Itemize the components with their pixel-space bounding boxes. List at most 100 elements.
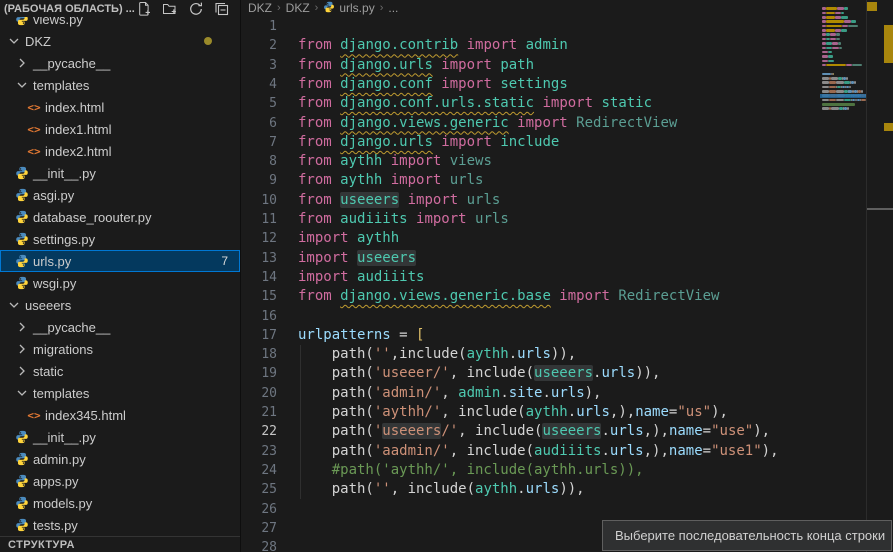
- minimap-token: [851, 20, 856, 23]
- tree-item-tests.py[interactable]: tests.py: [0, 514, 240, 536]
- tree-item-asgi.py[interactable]: asgi.py: [0, 184, 240, 206]
- code-line-23[interactable]: 23 path('aadmin/', include(audiiits.urls…: [241, 442, 893, 461]
- tree-item-templates[interactable]: templates: [0, 74, 240, 96]
- tree-item-index.html[interactable]: <>index.html: [0, 96, 240, 118]
- line-content: import aythh: [277, 229, 399, 248]
- code-line-24[interactable]: 24 #path('aythh/', include(aythh.urls)),: [241, 461, 893, 480]
- new-folder-icon[interactable]: [162, 1, 178, 17]
- line-number: 24: [241, 461, 277, 480]
- chevron-down-icon: [14, 385, 30, 401]
- code-line-11[interactable]: 11from audiiits import urls: [241, 210, 893, 229]
- tree-item-__init__.py[interactable]: __init__.py: [0, 426, 240, 448]
- collapse-all-icon[interactable]: [214, 1, 230, 17]
- line-number: 26: [241, 500, 277, 519]
- breadcrumb-separator-icon: ›: [315, 2, 319, 14]
- tree-item-apps.py[interactable]: apps.py: [0, 470, 240, 492]
- tree-item-__pycache__[interactable]: __pycache__: [0, 52, 240, 74]
- breadcrumb-item[interactable]: DKZ: [286, 1, 310, 15]
- minimap-token: [836, 99, 844, 102]
- breadcrumb-item[interactable]: DKZ: [248, 1, 272, 15]
- tree-item-index345.html[interactable]: <>index345.html: [0, 404, 240, 426]
- tree-item-admin.py[interactable]: admin.py: [0, 448, 240, 470]
- tree-item-label: models.py: [33, 496, 92, 511]
- workspace-title: (РАБОЧАЯ ОБЛАСТЬ) ...: [4, 3, 135, 15]
- tree-item-database_roouter.py[interactable]: database_roouter.py: [0, 206, 240, 228]
- code-line-7[interactable]: 7from django.urls import include: [241, 133, 893, 152]
- code-line-3[interactable]: 3from django.urls import path: [241, 56, 893, 75]
- minimap[interactable]: [820, 2, 866, 136]
- minimap-token: [861, 90, 863, 93]
- line-number: 11: [241, 210, 277, 229]
- code-line-4[interactable]: 4from django.conf import settings: [241, 75, 893, 94]
- code-line-18[interactable]: 18 path('',include(aythh.urls)),: [241, 345, 893, 364]
- tree-item-useeers[interactable]: useeers: [0, 294, 240, 316]
- code-line-25[interactable]: 25 path('', include(aythh.urls)),: [241, 480, 893, 499]
- line-content: path('aythh/', include(aythh.urls,),name…: [277, 403, 728, 422]
- tree-item-label: __init__.py: [33, 166, 96, 181]
- outline-section-header[interactable]: СТРУКТУРА: [0, 536, 240, 552]
- tree-item-wsgi.py[interactable]: wsgi.py: [0, 272, 240, 294]
- line-content: import useeers: [277, 249, 416, 268]
- line-number: 20: [241, 384, 277, 403]
- code-line-10[interactable]: 10from useeers import urls: [241, 191, 893, 210]
- minimap-token: [844, 20, 850, 23]
- tree-item-urls.py[interactable]: urls.py7: [0, 250, 240, 272]
- code-line-12[interactable]: 12import aythh: [241, 229, 893, 248]
- code-line-17[interactable]: 17urlpatterns = [: [241, 326, 893, 345]
- code-line-8[interactable]: 8from aythh import views: [241, 152, 893, 171]
- code-line-6[interactable]: 6from django.views.generic import Redire…: [241, 114, 893, 133]
- tree-item-index1.html[interactable]: <>index1.html: [0, 118, 240, 140]
- code-line-15[interactable]: 15from django.views.generic.base import …: [241, 287, 893, 306]
- breadcrumb-item[interactable]: urls.py: [323, 1, 374, 16]
- code-line-5[interactable]: 5from django.conf.urls.static import sta…: [241, 94, 893, 113]
- overview-ruler[interactable]: [867, 0, 893, 552]
- code-line-20[interactable]: 20 path('admin/', admin.site.urls),: [241, 384, 893, 403]
- code-line-9[interactable]: 9from aythh import urls: [241, 171, 893, 190]
- line-content: path('admin/', admin.site.urls),: [277, 384, 601, 403]
- refresh-icon[interactable]: [188, 1, 204, 17]
- code-line-26[interactable]: 26: [241, 500, 893, 519]
- tree-item-__init__.py[interactable]: __init__.py: [0, 162, 240, 184]
- minimap-token: [822, 86, 829, 89]
- code-line-19[interactable]: 19 path('useeer/', include(useeers.urls)…: [241, 364, 893, 383]
- python-file-icon: [14, 495, 30, 511]
- line-content: import audiiits: [277, 268, 424, 287]
- code-line-21[interactable]: 21 path('aythh/', include(aythh.urls,),n…: [241, 403, 893, 422]
- tree-item-index2.html[interactable]: <>index2.html: [0, 140, 240, 162]
- code-line-22[interactable]: 22 path('useeers/', include(useeers.urls…: [241, 422, 893, 441]
- tree-item-static[interactable]: static: [0, 360, 240, 382]
- tree-item-settings.py[interactable]: settings.py: [0, 228, 240, 250]
- minimap-token: [854, 81, 856, 84]
- tree-item-__pycache__[interactable]: __pycache__: [0, 316, 240, 338]
- tree-item-migrations[interactable]: migrations: [0, 338, 240, 360]
- tree-item-DKZ[interactable]: DKZ: [0, 30, 240, 52]
- tree-item-label: templates: [33, 78, 89, 93]
- chevron-down-icon: [6, 297, 22, 313]
- chevron-right-icon: [14, 341, 30, 357]
- minimap-token: [822, 107, 829, 110]
- breadcrumb-item[interactable]: ...: [388, 1, 398, 15]
- line-number: 8: [241, 152, 277, 171]
- line-content: from django.urls import path: [277, 56, 534, 75]
- code-line-2[interactable]: 2from django.contrib import admin: [241, 36, 893, 55]
- minimap-token: [848, 25, 858, 28]
- code-line-1[interactable]: 1: [241, 17, 893, 36]
- explorer-actions: [136, 1, 240, 17]
- code-line-13[interactable]: 13import useeers: [241, 249, 893, 268]
- line-number: 2: [241, 36, 277, 55]
- line-number: 22: [241, 422, 277, 441]
- line-content: [277, 500, 298, 519]
- minimap-token: [822, 51, 828, 54]
- html-file-icon: <>: [26, 99, 42, 115]
- tree-item-templates[interactable]: templates: [0, 382, 240, 404]
- vscode-window: (РАБОЧАЯ ОБЛАСТЬ) ... views.pyDKZ__pycac…: [0, 0, 893, 552]
- tree-item-label: database_roouter.py: [33, 210, 152, 225]
- code-line-16[interactable]: 16: [241, 307, 893, 326]
- minimap-token: [822, 99, 829, 102]
- code-editor[interactable]: 12from django.contrib import admin3from …: [241, 0, 893, 552]
- tree-item-models.py[interactable]: models.py: [0, 492, 240, 514]
- explorer-section-header[interactable]: (РАБОЧАЯ ОБЛАСТЬ) ...: [0, 0, 240, 17]
- new-file-icon[interactable]: [136, 1, 152, 17]
- code-line-14[interactable]: 14import audiiits: [241, 268, 893, 287]
- line-number: 14: [241, 268, 277, 287]
